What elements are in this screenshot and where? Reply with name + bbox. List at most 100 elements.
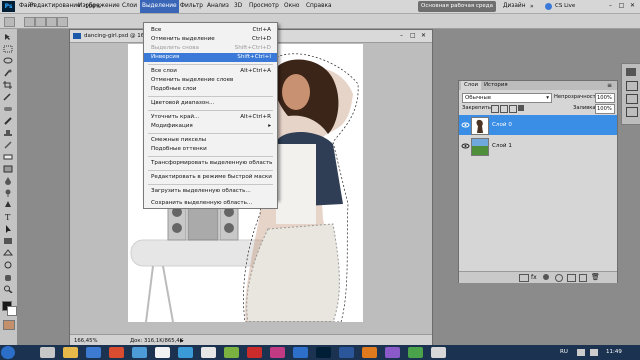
adjustment-layer-icon[interactable]	[555, 274, 563, 282]
taskbar-app-icon[interactable]	[63, 347, 78, 358]
healing-brush-tool-icon[interactable]	[3, 105, 13, 113]
minimize-icon[interactable]: –	[606, 2, 615, 10]
layer-row[interactable]: Слой 0	[459, 115, 617, 135]
menu-item-save-selection[interactable]: Сохранить выделенную область...	[143, 199, 278, 209]
fx-icon[interactable]: fx	[531, 274, 537, 281]
eyedropper-tool-icon[interactable]	[3, 93, 13, 101]
taskbar-app-icon[interactable]	[224, 347, 239, 358]
taskbar-app-icon[interactable]	[385, 347, 400, 358]
quick-selection-tool-icon[interactable]	[3, 69, 13, 77]
lock-position-icon[interactable]	[509, 105, 517, 113]
path-selection-tool-icon[interactable]	[3, 225, 13, 233]
type-tool-icon[interactable]: T	[3, 213, 13, 221]
panel-collapse-icon[interactable]	[626, 68, 636, 76]
menu-edit[interactable]: Редактирование	[28, 0, 83, 13]
menu-item-refine-edge[interactable]: Уточнить край... Alt+Ctrl+R	[144, 113, 277, 122]
rectangular-marquee-icon[interactable]	[4, 17, 15, 27]
history-brush-tool-icon[interactable]	[3, 141, 13, 149]
chevron-right-icon[interactable]: »	[530, 3, 538, 10]
add-mask-icon[interactable]	[543, 274, 549, 280]
fill-input[interactable]: 100%	[595, 104, 615, 114]
taskbar-app-icon[interactable]	[293, 347, 308, 358]
menu-item-all[interactable]: Все Ctrl+A	[144, 26, 277, 35]
link-layers-icon[interactable]	[519, 274, 529, 282]
network-icon[interactable]	[577, 349, 585, 356]
pen-tool-icon[interactable]	[3, 201, 13, 209]
3d-rotate-tool-icon[interactable]	[3, 249, 13, 257]
menu-item-inverse[interactable]: Инверсия Shift+Ctrl+I	[144, 53, 277, 62]
lasso-tool-icon[interactable]	[3, 57, 13, 65]
crop-tool-icon[interactable]	[3, 81, 13, 89]
layer-row[interactable]: Слой 1	[459, 136, 617, 156]
hand-tool-icon[interactable]	[3, 273, 13, 281]
design-workspace-link[interactable]: Дизайн	[503, 0, 526, 13]
menu-item-deselect[interactable]: Отменить выделение Ctrl+D	[144, 35, 277, 44]
taskbar-app-icon[interactable]	[86, 347, 101, 358]
zoom-display[interactable]: 100%	[85, 0, 101, 14]
menu-item-grow[interactable]: Смежные пикселы	[144, 136, 277, 145]
taskbar-app-icon[interactable]	[431, 347, 446, 358]
close-icon[interactable]: ✕	[628, 2, 637, 10]
menu-analysis[interactable]: Анализ	[205, 0, 231, 13]
trash-icon[interactable]: 🗑	[591, 273, 600, 281]
intersect-selection-icon[interactable]	[57, 17, 68, 27]
menu-item-modify[interactable]: Модификация ▸	[144, 122, 277, 131]
cs-live-button[interactable]: CS Live	[555, 0, 575, 13]
taskbar-photoshop-icon[interactable]	[316, 347, 331, 358]
quick-mask-icon[interactable]	[3, 320, 15, 330]
clock[interactable]: 11:49	[606, 345, 622, 360]
taskbar-app-icon[interactable]	[270, 347, 285, 358]
lock-pixels-icon[interactable]	[500, 105, 508, 113]
gradient-tool-icon[interactable]	[3, 165, 13, 173]
clone-stamp-tool-icon[interactable]	[3, 129, 13, 137]
volume-icon[interactable]	[590, 349, 598, 356]
menu-item-all-layers[interactable]: Все слои Alt+Ctrl+A	[144, 67, 277, 76]
eye-icon[interactable]	[461, 115, 470, 135]
zoom-tool-icon[interactable]	[3, 285, 13, 293]
move-tool-icon[interactable]	[3, 33, 13, 41]
3d-camera-tool-icon[interactable]	[3, 261, 13, 269]
menu-3d[interactable]: 3D	[232, 0, 244, 13]
menu-select[interactable]: Выделение	[140, 0, 179, 13]
subtract-selection-icon[interactable]	[46, 17, 57, 27]
lock-all-icon[interactable]	[518, 105, 524, 111]
blur-tool-icon[interactable]	[3, 177, 13, 185]
blend-mode-select[interactable]: Обычные ▾	[462, 93, 552, 103]
doc-maximize-icon[interactable]: □	[410, 32, 416, 39]
adjustments-panel-icon[interactable]	[626, 81, 638, 91]
status-arrow-icon[interactable]: ▶	[180, 338, 185, 344]
menu-window[interactable]: Окно	[282, 0, 301, 13]
brush-tool-icon[interactable]	[3, 117, 13, 125]
taskbar-app-icon[interactable]	[178, 347, 193, 358]
menu-item-color-range[interactable]: Цветовой диапазон...	[144, 99, 277, 108]
opacity-input[interactable]: 100%	[595, 93, 615, 103]
taskbar-app-icon[interactable]	[132, 347, 147, 358]
start-button-icon[interactable]	[1, 346, 15, 359]
tab-history[interactable]: История	[481, 81, 511, 90]
new-layer-icon[interactable]	[579, 274, 587, 282]
taskbar-app-icon[interactable]	[247, 347, 262, 358]
taskbar-app-icon[interactable]	[109, 347, 124, 358]
menu-item-similar[interactable]: Подобные оттенки	[144, 145, 277, 154]
folder-icon[interactable]	[567, 274, 576, 282]
taskbar-app-icon[interactable]	[339, 347, 354, 358]
language-indicator[interactable]: RU	[560, 345, 568, 360]
eye-icon[interactable]	[461, 136, 470, 156]
menu-help[interactable]: Справка	[304, 0, 334, 13]
menu-item-deselect-layers[interactable]: Отменить выделение слоев	[144, 76, 277, 85]
menu-item-similar-layers[interactable]: Подобные слои	[144, 85, 277, 94]
taskbar-app-icon[interactable]	[155, 347, 170, 358]
taskbar-app-icon[interactable]	[362, 347, 377, 358]
menu-item-transform-selection[interactable]: Трансформировать выделенную область	[144, 159, 277, 168]
doc-close-icon[interactable]: ✕	[421, 32, 426, 39]
taskbar-app-icon[interactable]	[408, 347, 423, 358]
taskbar-app-icon[interactable]	[40, 347, 55, 358]
marquee-tool-icon[interactable]	[3, 45, 13, 53]
lock-transparency-icon[interactable]	[491, 105, 499, 113]
menu-item-load-selection[interactable]: Загрузить выделенную область...	[144, 187, 277, 196]
masks-panel-icon[interactable]	[626, 94, 638, 104]
maximize-icon[interactable]: □	[617, 2, 626, 10]
new-selection-icon[interactable]	[24, 17, 35, 27]
doc-minimize-icon[interactable]: –	[400, 32, 403, 39]
tab-layers[interactable]: Слои	[461, 81, 482, 90]
